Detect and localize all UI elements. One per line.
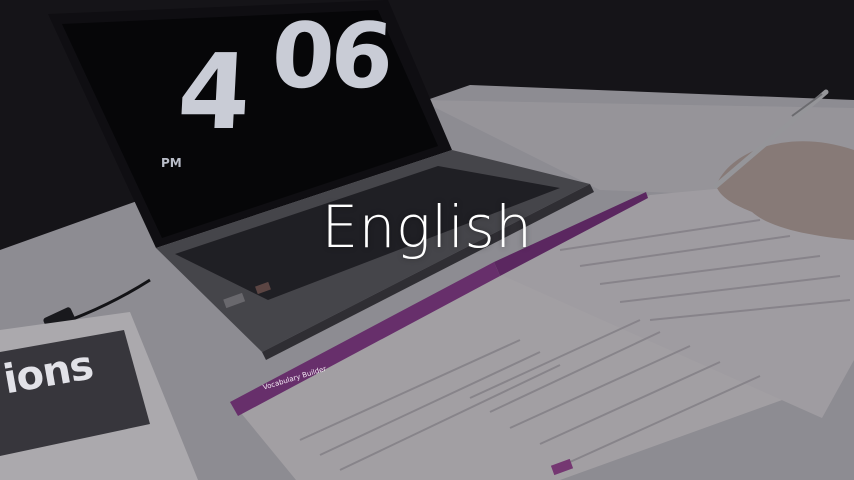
clock-hour: 4 [174,31,254,153]
study-scene: 4 06 PM ions Vocabulary Builder English [0,0,854,480]
clock-period: PM [161,156,182,170]
clock-minutes: 06 [269,4,393,109]
caption-title: English [321,193,533,261]
